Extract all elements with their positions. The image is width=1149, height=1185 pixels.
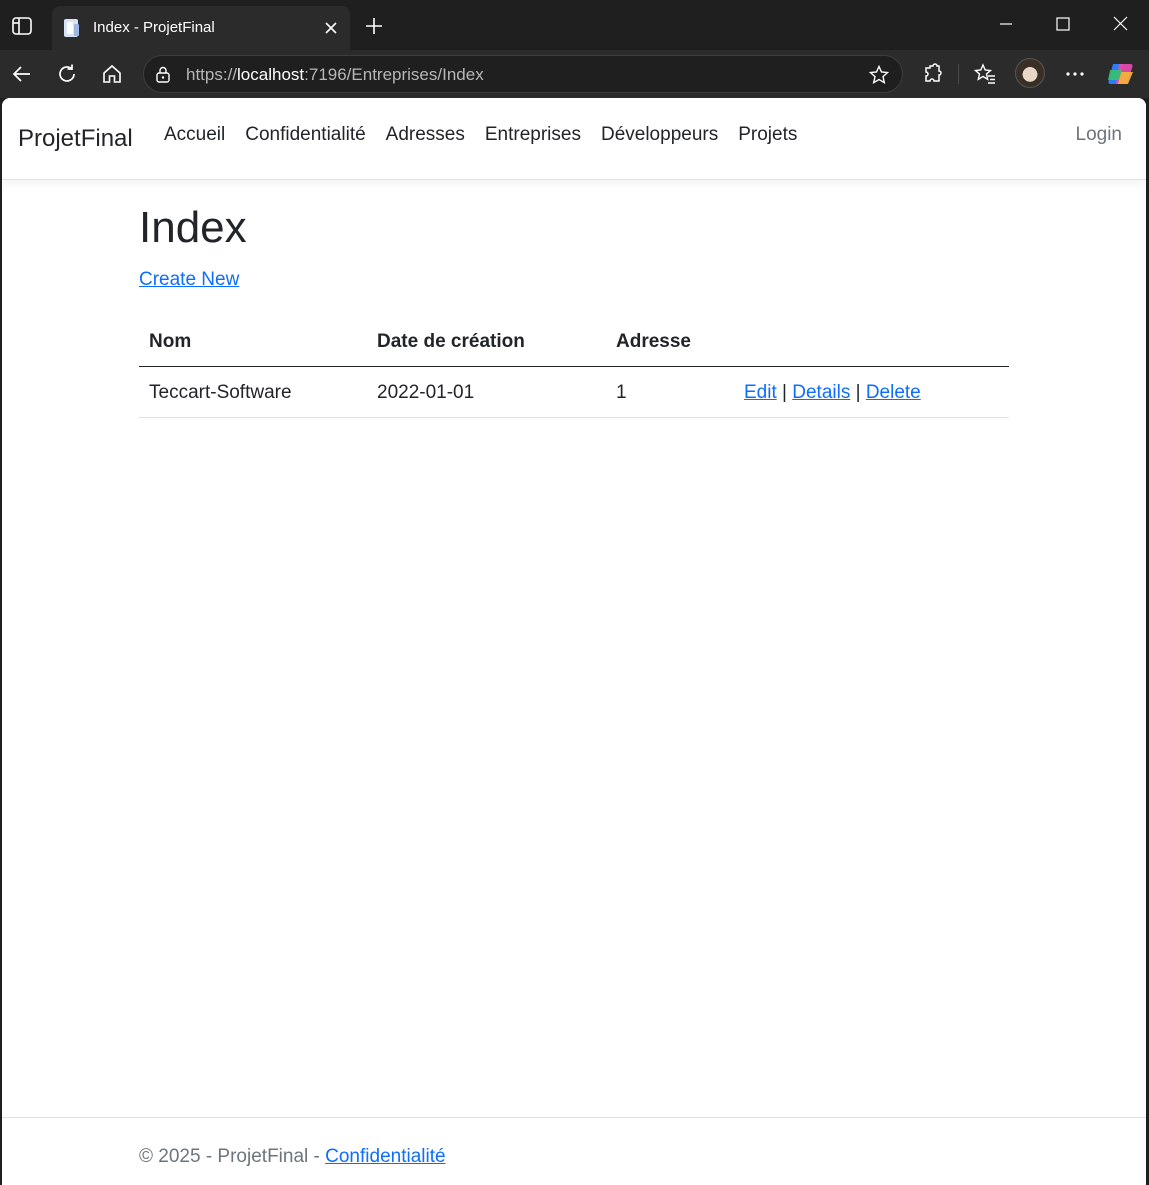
nav-link-entreprises[interactable]: Entreprises [475,122,591,148]
header-adresse: Adresse [606,316,734,367]
nav-link-confidentialite[interactable]: Confidentialité [235,122,375,148]
page-viewport: ProjetFinal Accueil Confidentialité Adre… [2,98,1146,1185]
page-favicon-icon [62,18,82,38]
active-tab[interactable]: Index - ProjetFinal [52,6,350,50]
nav-link-accueil[interactable]: Accueil [154,122,235,148]
header-nom: Nom [139,316,367,367]
cell-nom: Teccart-Software [139,366,367,418]
profile-avatar[interactable] [1015,58,1045,88]
lock-icon[interactable] [154,65,172,83]
tab-actions-icon[interactable] [8,12,36,40]
site-navbar: ProjetFinal Accueil Confidentialité Adre… [2,98,1146,180]
details-link[interactable]: Details [792,382,850,403]
main-content: Index Create New Nom Date de création Ad… [139,198,1009,418]
close-tab-icon[interactable] [322,19,340,37]
nav-links: Accueil Confidentialité Adresses Entrepr… [154,122,807,148]
footer-confidentialite-link[interactable]: Confidentialité [325,1146,445,1167]
maximize-icon[interactable] [1040,8,1084,42]
more-icon[interactable] [1059,58,1091,90]
nav-link-projets[interactable]: Projets [728,122,807,148]
address-bar[interactable]: https://localhost:7196/Entreprises/Index [143,55,903,93]
cell-date: 2022-01-01 [367,366,606,418]
nav-link-adresses[interactable]: Adresses [376,122,475,148]
header-date-creation: Date de création [367,316,606,367]
table-row: Teccart-Software 2022-01-01 1 Edit | Det… [139,366,1009,418]
copilot-icon[interactable] [1107,60,1135,88]
new-tab-icon[interactable] [360,12,388,40]
star-icon[interactable] [868,64,890,86]
action-separator: | [782,382,793,403]
nav-link-developpeurs[interactable]: Développeurs [591,122,728,148]
action-separator: | [855,382,866,403]
entreprises-table: Nom Date de création Adresse Teccart-Sof… [139,316,1009,418]
brand-link[interactable]: ProjetFinal [18,124,133,154]
url-scheme: https:// [186,65,238,84]
url-text: https://localhost:7196/Entreprises/Index [186,65,484,85]
close-window-icon[interactable] [1098,8,1142,42]
browser-toolbar: https://localhost:7196/Entreprises/Index [0,50,1149,98]
site-footer: © 2025 - ProjetFinal - Confidentialité [2,1117,1146,1185]
extensions-icon[interactable] [917,58,949,90]
url-host: localhost [237,65,305,84]
back-icon[interactable] [6,58,38,90]
footer-copyright: © 2025 - ProjetFinal - [139,1146,326,1167]
delete-link[interactable]: Delete [866,382,921,403]
browser-tab-bar: Index - ProjetFinal [0,0,1149,50]
url-path: :7196/Entreprises/Index [304,65,484,84]
table-header-row: Nom Date de création Adresse [139,316,1009,367]
footer-text: © 2025 - ProjetFinal - Confidentialité [139,1144,446,1170]
favorites-icon[interactable] [969,58,1001,90]
minimize-icon[interactable] [984,8,1028,42]
login-link[interactable]: Login [1076,122,1123,148]
edit-link[interactable]: Edit [744,382,777,403]
cell-adresse: 1 [606,366,734,418]
toolbar-divider [958,64,959,84]
tab-title: Index - ProjetFinal [93,19,215,36]
cell-actions: Edit | Details | Delete [734,366,1009,418]
refresh-icon[interactable] [51,58,83,90]
create-new-link[interactable]: Create New [139,268,239,292]
page-title: Index [139,203,247,252]
header-actions [734,316,1009,367]
home-icon[interactable] [96,58,128,90]
